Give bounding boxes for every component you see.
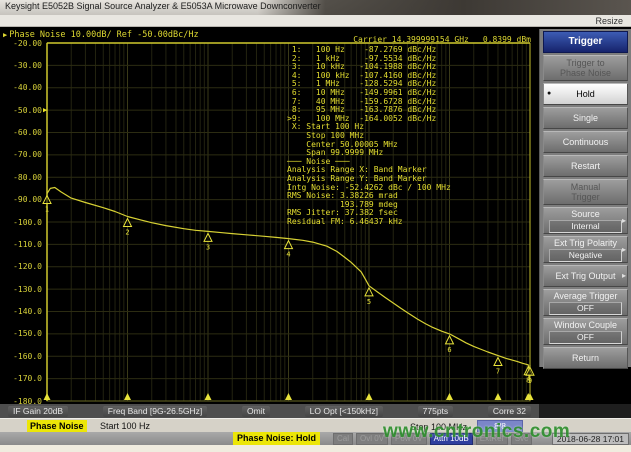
ref-level-arrow-icon: ▶	[43, 106, 47, 114]
softkey-label: Single	[544, 113, 627, 123]
marker-7-icon	[494, 358, 502, 366]
marker-readout-block: 1: 100 Hz -87.2769 dBc/Hz 2: 1 kHz -97.5…	[287, 46, 451, 226]
active-selection-bullet-icon: ●	[547, 90, 551, 97]
info-bar-item-lo-opt-150khz: LO Opt [<150kHz]	[305, 406, 383, 417]
sidebar-button-trigger-to-phase-noise: Trigger to Phase Noise	[543, 55, 628, 81]
svg-text:4: 4	[286, 251, 290, 259]
app-window: Keysight E5052B Signal Source Analyzer &…	[0, 0, 631, 452]
svg-text:1: 1	[45, 206, 49, 214]
svg-text:7: 7	[496, 368, 500, 376]
y-tick-label: -150.0	[0, 329, 42, 338]
watermark: www.cntronics.com	[383, 421, 570, 443]
softkey-label: Ext Trig Output	[544, 271, 627, 281]
sidebar-button-manual-trigger: Manual Trigger	[543, 179, 628, 205]
bottom-strip	[0, 445, 631, 452]
softkey-value: Internal	[549, 220, 622, 233]
softkey-menu-title: Trigger	[543, 31, 628, 53]
y-tick-label: -130.0	[0, 285, 42, 294]
y-tick-label: -80.00	[0, 173, 42, 182]
trace-label: ▶Phase Noise 10.00dB/ Ref -50.00dBc/Hz	[3, 30, 199, 40]
measurement-state-badge: Phase Noise: Hold	[233, 432, 320, 445]
sidebar-button-restart[interactable]: Restart	[543, 155, 628, 177]
y-tick-label: -30.00	[0, 61, 42, 70]
submenu-arrow-icon: ▸	[622, 216, 626, 225]
svg-text:3: 3	[206, 243, 210, 251]
marker-2-axis-flag-icon	[124, 393, 131, 400]
sidebar-button-single[interactable]: Single	[543, 107, 628, 129]
y-tick-label: -110.0	[0, 240, 42, 249]
menu-strip: Resize	[0, 15, 631, 27]
marker-2-icon	[124, 219, 132, 227]
softkey-label: Source	[544, 209, 627, 219]
marker-4-axis-flag-icon	[285, 393, 292, 400]
svg-text:2: 2	[125, 229, 129, 237]
sidebar-button-average-trigger[interactable]: Average TriggerOFF	[543, 289, 628, 316]
y-tick-label: -60.00	[0, 128, 42, 137]
y-tick-label: -170.0	[0, 374, 42, 383]
status-badge-cal: Cal	[333, 433, 353, 445]
svg-text:9: 9	[528, 377, 532, 385]
info-bar-item-775pts: 775pts	[418, 406, 454, 417]
softkey-value: OFF	[549, 331, 622, 344]
marker-3-icon	[204, 233, 212, 241]
softkey-label: Continuous	[544, 137, 627, 147]
svg-text:6: 6	[447, 346, 451, 354]
carrier-power: 0.8399 dBm	[483, 35, 531, 44]
softkey-label: Window Couple	[544, 320, 627, 330]
measurement-info-bar: IF Gain 20dB Freq Band [9G-26.5GHz] Omit LO…	[0, 404, 539, 418]
softkey-label: Average Trigger	[544, 291, 627, 301]
softkey-label: Manual Trigger	[544, 182, 627, 202]
marker-1-axis-flag-icon	[44, 393, 51, 400]
y-tick-label: -70.00	[0, 150, 42, 159]
resize-button[interactable]: Resize	[595, 16, 623, 26]
softkey-label: Ext Trig Polarity	[544, 238, 627, 248]
y-tick-label: -100.0	[0, 218, 42, 227]
sidebar-button-window-couple[interactable]: Window CoupleOFF	[543, 318, 628, 345]
instrument-screen: 123456789 -20.00-30.00-40.00-50.00-60.00…	[0, 27, 631, 404]
softkey-label: Hold	[544, 89, 627, 99]
sidebar-button-return[interactable]: Return	[543, 347, 628, 369]
y-tick-label: -50.00	[0, 106, 42, 115]
carrier-readout: Carrier 14.399999154 GHz 0.8399 dBm	[353, 35, 531, 44]
y-tick-label: -90.00	[0, 195, 42, 204]
sidebar-button-ext-trig-output[interactable]: Ext Trig Output▸	[543, 265, 628, 287]
trace-arrow-icon: ▶	[3, 31, 7, 39]
softkey-sidebar: Trigger Trigger to Phase Noise ●Hold Singl…	[539, 29, 631, 367]
trace-label-text: Phase Noise 10.00dB/ Ref -50.00dBc/Hz	[9, 30, 198, 40]
softkey-label: Trigger to Phase Noise	[544, 58, 627, 78]
softkey-value: Negative	[549, 249, 622, 262]
y-tick-label: -160.0	[0, 352, 42, 361]
marker-7-axis-flag-icon	[494, 393, 501, 400]
softkey-label: Restart	[544, 161, 627, 171]
marker-6-icon	[446, 336, 454, 344]
y-tick-label: -140.0	[0, 307, 42, 316]
info-bar-right-filler	[539, 404, 631, 418]
info-bar-item-corre-32: Corre 32	[488, 406, 531, 417]
mode-badge: Phase Noise	[27, 420, 87, 432]
window-titlebar[interactable]: Keysight E5052B Signal Source Analyzer &…	[0, 0, 631, 15]
softkey-value: OFF	[549, 302, 622, 315]
svg-text:5: 5	[367, 298, 371, 306]
softkey-label: Return	[544, 353, 627, 363]
submenu-arrow-icon: ▸	[622, 271, 626, 280]
sidebar-button-ext-trig-polarity[interactable]: Ext Trig PolarityNegative▸	[543, 236, 628, 263]
softkey-button-list: Trigger to Phase Noise ●Hold Single Continu…	[543, 55, 628, 369]
info-bar-item-freq-band-9g-26-5ghz: Freq Band [9G-26.5GHz]	[103, 406, 208, 417]
marker-3-axis-flag-icon	[205, 393, 212, 400]
info-bar-item-omit: Omit	[242, 406, 270, 417]
y-tick-label: -120.0	[0, 262, 42, 271]
sidebar-button-continuous[interactable]: Continuous	[543, 131, 628, 153]
sidebar-button-hold[interactable]: ●Hold	[543, 83, 628, 105]
carrier-frequency: Carrier 14.399999154 GHz	[353, 35, 469, 44]
phase-noise-plot: 123456789	[0, 27, 539, 404]
marker-6-axis-flag-icon	[446, 393, 453, 400]
info-bar-item-if-gain-20db: IF Gain 20dB	[8, 406, 68, 417]
submenu-arrow-icon: ▸	[622, 245, 626, 254]
marker-5-axis-flag-icon	[366, 393, 373, 400]
y-tick-label: -40.00	[0, 83, 42, 92]
start-frequency-label: Start 100 Hz	[100, 421, 150, 431]
window-title: Keysight E5052B Signal Source Analyzer &…	[5, 1, 321, 11]
phase-noise-graph: 123456789 -20.00-30.00-40.00-50.00-60.00…	[0, 27, 539, 404]
sidebar-button-source[interactable]: SourceInternal▸	[543, 207, 628, 234]
